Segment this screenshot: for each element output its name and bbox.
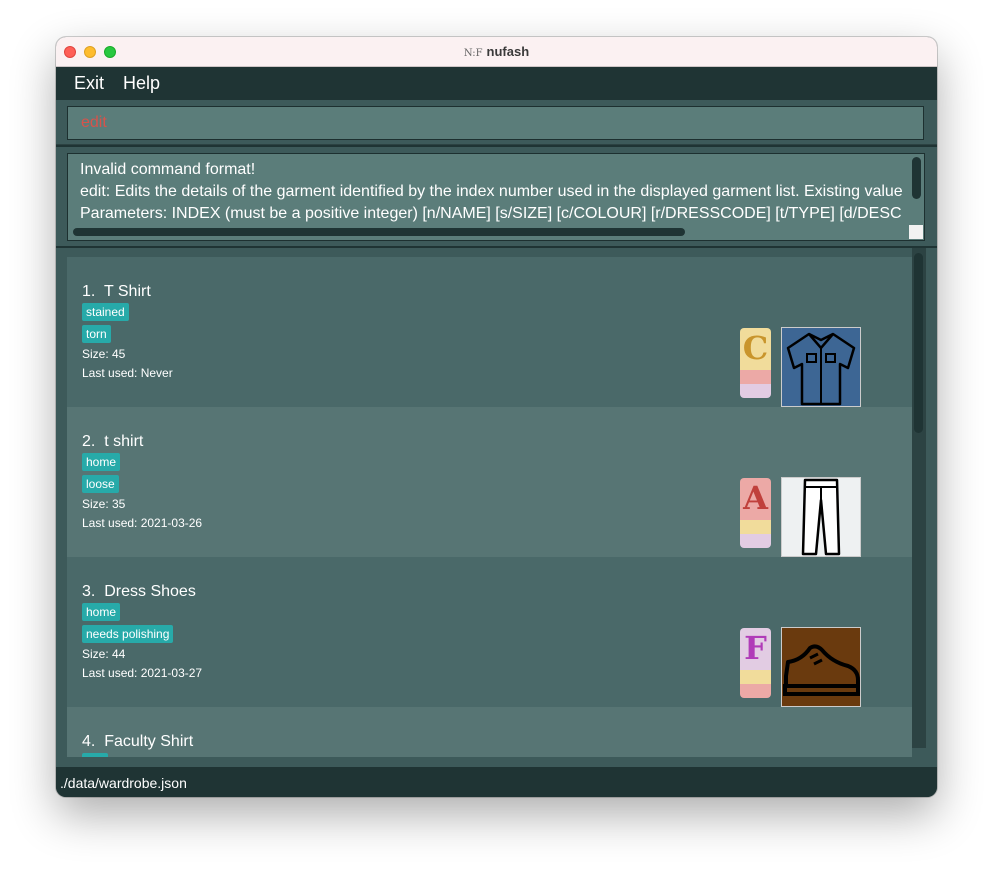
result-horizontal-scroll-thumb[interactable]: [73, 228, 685, 236]
dresscode-letter: C: [742, 329, 769, 367]
result-line: Parameters: INDEX (must be a positive in…: [80, 205, 902, 222]
result-vertical-scroll-thumb[interactable]: [912, 157, 921, 199]
garment-tag: loose: [82, 475, 119, 493]
window-title: N:F nufash: [56, 44, 937, 59]
result-line: Invalid command format!: [80, 161, 256, 178]
scroll-corner: [909, 225, 923, 239]
garment-card[interactable]: 2. t shirt home loose Size: 35 Last used…: [67, 407, 912, 557]
dresscode-colour-swatch: C: [740, 328, 771, 398]
garment-list[interactable]: 1. T Shirt stained torn Size: 45 Last us…: [67, 257, 912, 757]
dresscode-letter: A: [743, 479, 768, 517]
result-display-panel: Invalid command format! edit: Edits the …: [56, 147, 937, 246]
garment-last-used: Last used: 2021-03-27: [82, 666, 203, 680]
garment-tag: needs polishing: [82, 625, 174, 643]
garment-tag: home: [82, 603, 121, 621]
result-display[interactable]: Invalid command format! edit: Edits the …: [67, 153, 925, 241]
garment-name: 2. t shirt: [82, 433, 144, 450]
dresscode-letter: F: [744, 629, 767, 667]
garment-name: 1. T Shirt: [82, 283, 151, 300]
list-scroll-thumb[interactable]: [914, 253, 923, 433]
garment-list-panel: 1. T Shirt stained torn Size: 45 Last us…: [56, 248, 937, 767]
shirt-icon: [781, 327, 861, 407]
garment-tag: stained: [82, 303, 129, 321]
garment-last-used: Last used: Never: [82, 366, 173, 380]
pants-icon: [781, 477, 861, 557]
window-title-text: nufash: [486, 44, 530, 59]
command-input[interactable]: edit: [67, 106, 924, 140]
dresscode-colour-swatch: A: [740, 478, 771, 548]
dresscode-colour-swatch: F: [740, 628, 771, 698]
command-input-text: edit: [81, 114, 107, 131]
garment-card[interactable]: 3. Dress Shoes home needs polishing Size…: [67, 557, 912, 707]
menu-exit[interactable]: Exit: [74, 73, 104, 94]
garment-card[interactable]: 4. Faculty Shirt: [67, 707, 912, 757]
garment-name: 3. Dress Shoes: [82, 583, 196, 600]
garment-size: Size: 35: [82, 497, 126, 511]
app-logo-icon: N:F: [463, 48, 483, 59]
garment-tag: home: [82, 453, 121, 471]
garment-card[interactable]: 1. T Shirt stained torn Size: 45 Last us…: [67, 257, 912, 407]
garment-size: Size: 44: [82, 647, 126, 661]
status-bar: ./data/wardrobe.json: [56, 767, 937, 797]
garment-tag: [82, 753, 108, 757]
app-window: N:F nufash Exit Help edit Invalid command…: [56, 37, 937, 797]
garment-last-used: Last used: 2021-03-26: [82, 516, 203, 530]
menu-bar: Exit Help: [56, 67, 937, 100]
title-bar: N:F nufash: [56, 37, 937, 67]
menu-help[interactable]: Help: [123, 73, 160, 94]
result-line: edit: Edits the details of the garment i…: [80, 183, 903, 200]
garment-size: Size: 45: [82, 347, 126, 361]
garment-tag: torn: [82, 325, 111, 343]
shoe-icon: [781, 627, 861, 707]
garment-name: 4. Faculty Shirt: [82, 733, 194, 750]
command-box-panel: edit: [56, 100, 937, 145]
data-file-path: ./data/wardrobe.json: [60, 775, 187, 791]
